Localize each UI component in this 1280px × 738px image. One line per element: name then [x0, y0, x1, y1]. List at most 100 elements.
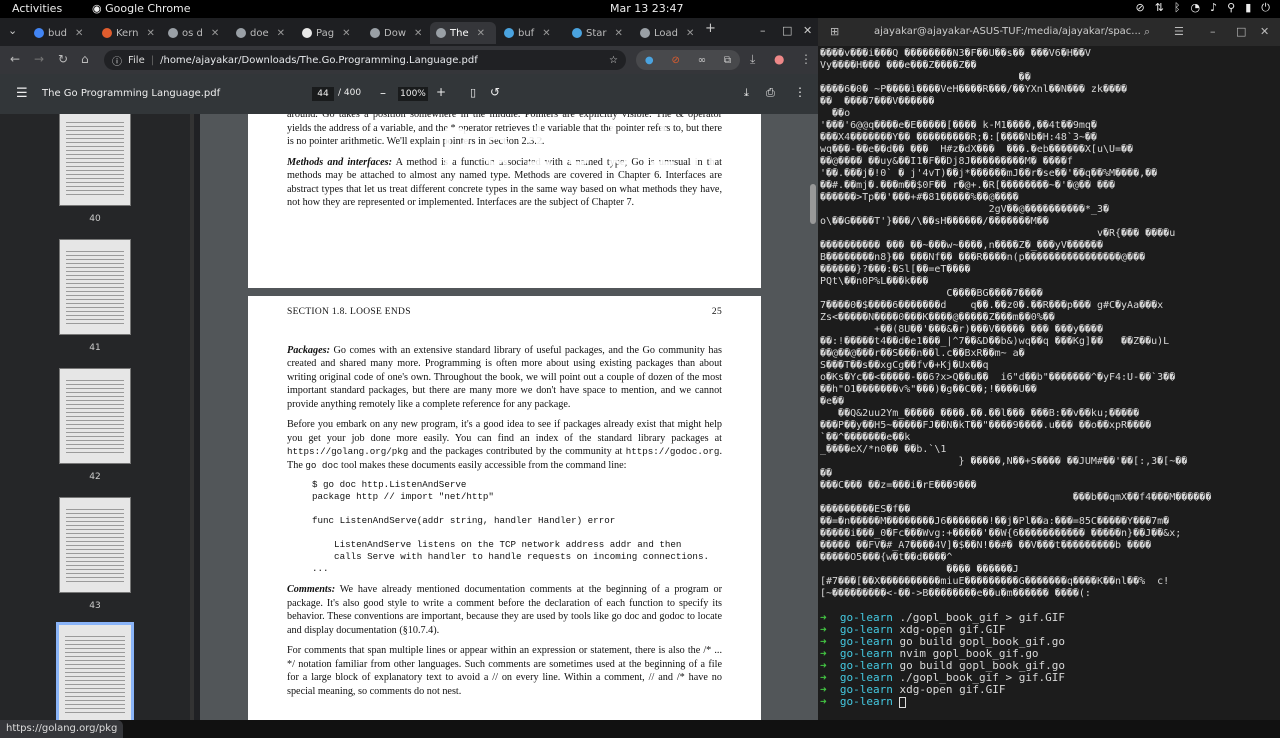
terminal-binary-output-line: ��=�n�����M��������J6�������!��j�Pl��a:�… — [820, 516, 1170, 527]
tab-close-icon[interactable]: ✕ — [414, 28, 422, 39]
tab-close-icon[interactable]: ✕ — [277, 28, 285, 39]
extension-icon[interactable]: ⊘ — [672, 55, 680, 66]
back-icon[interactable]: ← — [10, 52, 20, 66]
terminal-binary-output-line: o\��G����T'}���/\��sH������/�������M�� — [820, 216, 1049, 227]
tab-close-icon[interactable]: ✕ — [615, 28, 623, 39]
tab-favicon-icon — [370, 28, 380, 38]
browser-tab[interactable]: buf ✕ — [498, 22, 564, 44]
tab-close-icon[interactable]: ✕ — [147, 28, 155, 39]
terminal-binary-output-line: �� — [820, 72, 1031, 83]
extensions-puzzle-icon[interactable]: ⧉ — [724, 55, 731, 66]
home-icon[interactable]: ⌂ — [81, 52, 89, 66]
maximize-icon[interactable]: □ — [782, 24, 792, 37]
pdf-download-icon[interactable]: ⤓ — [744, 86, 749, 100]
terminal-window[interactable]: ⊞ ajayakar@ajayakar-ASUS-TUF:/media/ajay… — [818, 18, 1280, 720]
extension-icon[interactable]: ∞ — [698, 55, 706, 66]
url-text[interactable]: /home/ajayakar/Downloads/The.Go.Programm… — [160, 55, 478, 66]
tab-close-icon[interactable]: ✕ — [342, 28, 350, 39]
terminal-binary-output-line: ���C��� ��z=���i�rE���9��� — [820, 480, 977, 491]
close-window-icon[interactable]: ✕ — [803, 24, 812, 37]
close-icon[interactable]: ✕ — [1260, 25, 1269, 38]
new-tab-button[interactable]: + — [705, 21, 716, 36]
page-thumbnail-current[interactable] — [56, 622, 134, 720]
browser-tab[interactable]: Pag ✕ — [296, 22, 362, 44]
tab-close-icon[interactable]: ✕ — [211, 28, 219, 39]
clock[interactable]: Mar 13 23:47 — [610, 2, 683, 15]
browser-tab[interactable]: bud ✕ — [28, 22, 94, 44]
bookmark-star-icon[interactable]: ☆ — [609, 55, 618, 66]
page-number-input[interactable]: 44 — [312, 87, 334, 101]
thumbnail-number: 41 — [89, 343, 101, 353]
menu-icon[interactable]: ☰ — [1174, 25, 1184, 38]
terminal-binary-output-line: PQt\��n0P%L���k��� — [820, 276, 929, 287]
page-thumbnail[interactable] — [59, 368, 131, 464]
browser-tab[interactable]: Star ✕ — [566, 22, 632, 44]
terminal-binary-output-line: ���� ������J — [820, 564, 1019, 575]
terminal-binary-output-line: B��������n8}�� ���Nf�� ���R����n(p������… — [820, 252, 1146, 263]
system-tray[interactable]: ⊘ ⇅ ᛒ ◔ ♪ ⚲ ▮ ⏻ — [1135, 1, 1270, 15]
url-scheme-chip: File — [128, 54, 145, 66]
terminal-binary-output-line: ��o — [820, 108, 851, 119]
activities-button[interactable]: Activities — [12, 2, 62, 15]
tab-close-icon[interactable]: ✕ — [477, 28, 485, 39]
document-scrollbar[interactable] — [810, 184, 816, 224]
page-thumbnail[interactable] — [59, 239, 131, 335]
browser-tab[interactable]: Dow ✕ — [364, 22, 430, 44]
tab-close-icon[interactable]: ✕ — [75, 28, 83, 39]
tab-close-icon[interactable]: ✕ — [686, 28, 694, 39]
extension-icon[interactable]: ● — [645, 55, 654, 66]
chrome-menu-icon[interactable]: ⋮ — [800, 52, 812, 66]
paragraph-text: Before you embark on any new program, it… — [287, 419, 722, 444]
paragraph: For comments that span multiple lines or… — [287, 645, 722, 697]
tab-favicon-icon — [640, 28, 650, 38]
terminal-output[interactable]: ����v���i���Q ��������N3�F��U��s�� ���V6… — [820, 48, 1278, 712]
terminal-binary-output-line: ����6�0� ~P����ì����VeH����R���/��YXnl��… — [820, 84, 1128, 95]
print-icon[interactable]: ⎙ — [766, 86, 775, 100]
sidebar-menu-icon[interactable]: ☰ — [16, 86, 28, 101]
app-menu[interactable]: ◉ Google Chrome — [92, 2, 191, 15]
zoom-in-icon[interactable]: + — [436, 85, 446, 99]
paragraph: Before you embark on any new program, it… — [287, 418, 722, 472]
zoom-out-icon[interactable]: – — [380, 86, 386, 100]
browser-tab[interactable]: os d ✕ — [162, 22, 228, 44]
maximize-icon[interactable]: □ — [1236, 25, 1246, 38]
search-icon[interactable]: ⌕ — [1144, 25, 1150, 39]
prompt-arrow: ➜ — [820, 695, 827, 708]
paragraph-text: We have already mentioned documentation … — [287, 584, 722, 636]
link-text[interactable]: https://golang.org/pkg — [287, 446, 408, 457]
pdf-more-icon[interactable]: ⋮ — [794, 85, 806, 99]
rotate-icon[interactable]: ↺ — [490, 85, 500, 99]
browser-tab[interactable]: Kern ✕ — [96, 22, 162, 44]
tab-search-icon[interactable]: ⌄ — [8, 24, 17, 37]
code-block: $ go doc http.ListenAndServe package htt… — [312, 479, 709, 574]
pdf-document-area[interactable]: around. Go takes a position somewhere in… — [200, 114, 818, 720]
terminal-binary-output-line: v�R{��� ����u — [820, 228, 1176, 239]
section-title: SECTION 1.8. LOOSE ENDS — [287, 307, 411, 317]
browser-tab[interactable]: doe ✕ — [230, 22, 296, 44]
tab-favicon-icon — [302, 28, 312, 38]
page-thumbnail[interactable] — [59, 497, 131, 593]
reload-icon[interactable]: ↻ — [58, 52, 68, 66]
link-text[interactable]: https://godoc.org — [626, 446, 720, 457]
browser-tab[interactable]: Load ✕ — [634, 22, 700, 44]
minimize-icon[interactable]: – — [1210, 25, 1216, 38]
terminal-binary-output-line: ��h"O1�������v%"���)�g��C��;!����U�� — [820, 384, 1037, 395]
browser-toolbar: ← → ↻ ⌂ ⓘ File | /home/ajayakar/Download… — [0, 46, 818, 74]
address-bar[interactable]: ⓘ File | /home/ajayakar/Downloads/The.Go… — [104, 50, 626, 70]
forward-icon[interactable]: → — [34, 52, 44, 66]
downloads-icon[interactable]: ⤓ — [750, 52, 755, 67]
terminal-title: ajayakar@ajayakar-ASUS-TUF:/media/ajayak… — [874, 26, 1141, 37]
minimize-icon[interactable]: – — [760, 24, 766, 37]
new-tab-icon[interactable]: ⊞ — [830, 25, 839, 38]
thumbnail-number: 43 — [89, 601, 101, 611]
tab-label: buf — [518, 27, 535, 39]
pdf-toolbar: ☰ The Go Programming Language.pdf 44 / 4… — [0, 74, 818, 114]
zoom-input[interactable]: 100% — [398, 87, 428, 101]
tab-close-icon[interactable]: ✕ — [542, 28, 550, 39]
fit-page-icon[interactable]: ▯ — [470, 86, 476, 99]
sidebar-scrollbar[interactable] — [190, 114, 194, 720]
profile-avatar[interactable]: ● — [774, 52, 784, 66]
info-icon[interactable]: ⓘ — [112, 53, 122, 68]
browser-tab[interactable]: The ✕ — [430, 22, 496, 44]
page-thumbnail[interactable] — [59, 114, 131, 206]
